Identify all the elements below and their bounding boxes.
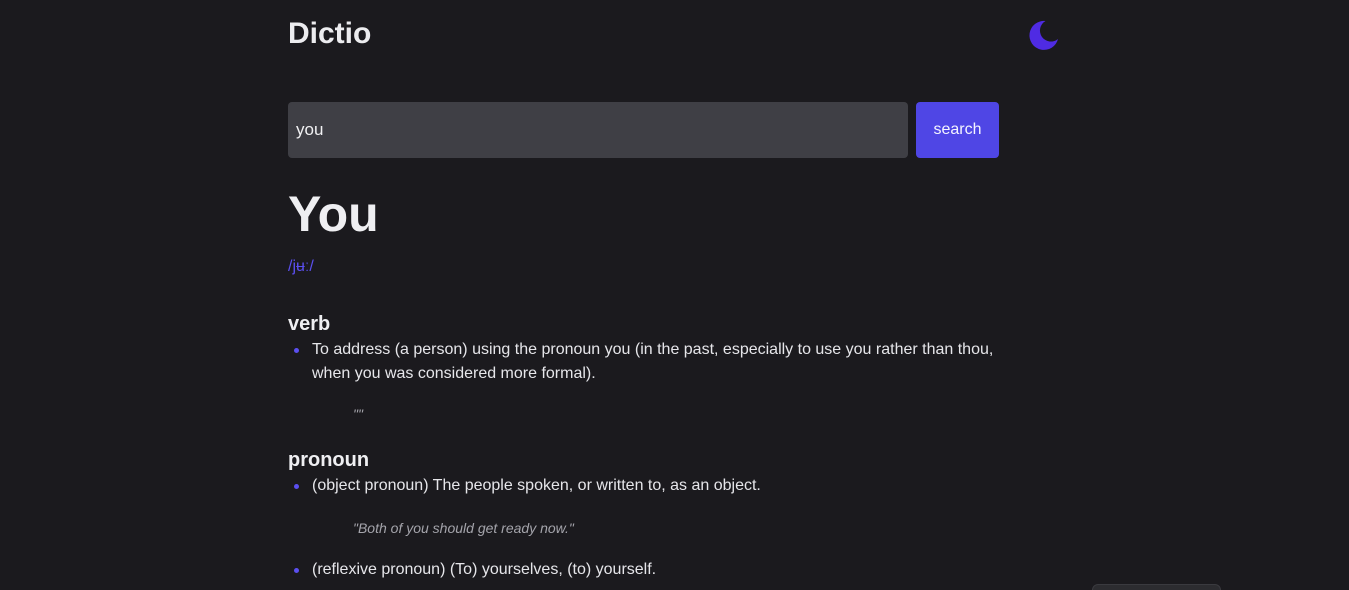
definition-text-line1: To address (a person) using the pronoun … [312, 341, 994, 358]
bullet-icon [294, 348, 299, 353]
definition-item: (object pronoun) The people spoken, or w… [288, 474, 1060, 498]
part-of-speech-verb: verb [288, 313, 331, 335]
definition-text: (object pronoun) The people spoken, or w… [312, 477, 761, 494]
search-button[interactable]: search [916, 102, 999, 158]
definition-text: (reflexive pronoun) (To) yourselves, (to… [312, 561, 657, 578]
bullet-icon [294, 568, 299, 573]
bullet-icon [294, 484, 299, 489]
phonetic-text: /jʉː/ [288, 258, 314, 275]
definition-text-line2: when you was considered more formal). [312, 365, 596, 382]
page: Dictio search You /jʉː/ verb To address … [0, 0, 1349, 590]
header: Dictio [288, 0, 1060, 70]
definition-list-verb: To address (a person) using the pronoun … [288, 338, 1060, 386]
main-container: Dictio search You /jʉː/ verb To address … [288, 0, 1060, 578]
app-logo[interactable]: Dictio [288, 16, 371, 52]
definition-example: "Both of you should get ready now." [353, 520, 574, 536]
theme-toggle-button[interactable] [1025, 17, 1061, 53]
definition-item: To address (a person) using the pronoun … [288, 338, 1060, 386]
floating-panel-tab[interactable] [1092, 584, 1221, 590]
definition-list-pronoun: (object pronoun) The people spoken, or w… [288, 474, 1060, 498]
definition-example: "" [353, 406, 363, 422]
definition-list-pronoun-2: (reflexive pronoun) (To) yourselves, (to… [288, 558, 1060, 582]
search-input[interactable] [288, 102, 908, 158]
definition-item: (reflexive pronoun) (To) yourselves, (to… [288, 558, 1060, 582]
search-form: search [288, 102, 999, 158]
word-title: You [288, 186, 379, 242]
part-of-speech-pronoun: pronoun [288, 449, 370, 471]
moon-icon [1029, 20, 1058, 50]
